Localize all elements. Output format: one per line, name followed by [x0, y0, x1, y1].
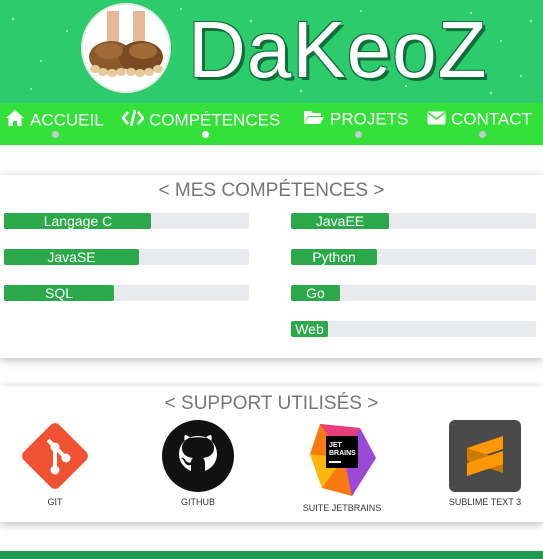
github-logo-icon	[160, 418, 236, 494]
home-icon	[5, 109, 25, 132]
star-decoration	[12, 18, 14, 20]
skill-bar: Web	[291, 321, 536, 337]
main-navbar: ACCUEIL COMPÉTENCES PROJETS CONTACT	[0, 103, 543, 145]
nav-item-label: CONTACT	[451, 109, 532, 129]
star-decoration	[30, 88, 32, 90]
sublime-text-logo-icon	[447, 418, 523, 494]
skill-bar: JavaSE	[4, 249, 249, 265]
star-decoration	[500, 40, 502, 42]
avatar	[81, 3, 171, 93]
skill-bar: Langage C	[4, 213, 249, 229]
star-decoration	[530, 20, 532, 22]
svg-text:BRAINS: BRAINS	[329, 450, 356, 457]
skill-name: JavaSE	[47, 249, 96, 265]
star-decoration	[520, 75, 522, 77]
skills-title: < MES COMPÉTENCES >	[158, 180, 385, 201]
skill-bar: Go	[291, 285, 536, 301]
support-item-git: GIT	[0, 418, 110, 507]
support-label: GITHUB	[180, 497, 215, 507]
support-item-jetbrains: JET BRAINS SUITE JETBRAINS	[287, 418, 397, 513]
supports-title: < SUPPORT UTILISÉS >	[164, 393, 379, 414]
skill-name: Langage C	[43, 213, 113, 229]
git-logo-icon	[17, 418, 93, 494]
skill-name: SQL	[44, 285, 73, 301]
nav-indicator-accueil	[52, 131, 59, 138]
nav-item-label: PROJETS	[330, 109, 409, 129]
site-title: DaKeoZ	[188, 5, 488, 94]
support-label: SUBLIME TEXT 3	[448, 497, 522, 507]
nav-item-label: COMPÉTENCES	[149, 110, 281, 130]
star-decoration	[66, 30, 68, 32]
code-icon	[121, 109, 145, 132]
skills-card: < MES COMPÉTENCES > Langage C JavaEE Jav…	[0, 175, 543, 358]
folder-open-icon	[303, 109, 325, 130]
svg-text:JET: JET	[329, 442, 343, 449]
supports-card: < SUPPORT UTILISÉS > GIT GITHUB JET BRAI…	[0, 386, 543, 522]
slippers-photo-icon	[83, 5, 169, 91]
support-label: SUITE JETBRAINS	[302, 503, 382, 513]
nav-item-label: ACCUEIL	[30, 110, 104, 130]
jetbrains-logo-icon: JET BRAINS	[304, 418, 380, 496]
skill-name: JavaEE	[315, 213, 365, 229]
skill-bar: Python	[291, 249, 536, 265]
skill-bar: SQL	[4, 285, 249, 301]
star-decoration	[180, 8, 182, 10]
footer-strip	[0, 551, 543, 559]
star-decoration	[490, 92, 492, 94]
support-item-github: GITHUB	[143, 418, 253, 507]
skill-bar: JavaEE	[291, 213, 536, 229]
skill-name: Go	[306, 285, 325, 301]
site-header: DaKeoZ	[0, 0, 543, 103]
envelope-icon	[427, 110, 446, 130]
skill-name: Python	[312, 249, 356, 265]
nav-indicator-competences	[202, 131, 209, 138]
support-label: GIT	[47, 497, 63, 507]
nav-indicator-contact	[479, 131, 486, 138]
star-decoration	[40, 60, 42, 62]
support-item-sublime: SUBLIME TEXT 3	[430, 418, 540, 507]
skill-name: Web	[295, 321, 324, 337]
nav-indicator-projets	[355, 131, 362, 138]
